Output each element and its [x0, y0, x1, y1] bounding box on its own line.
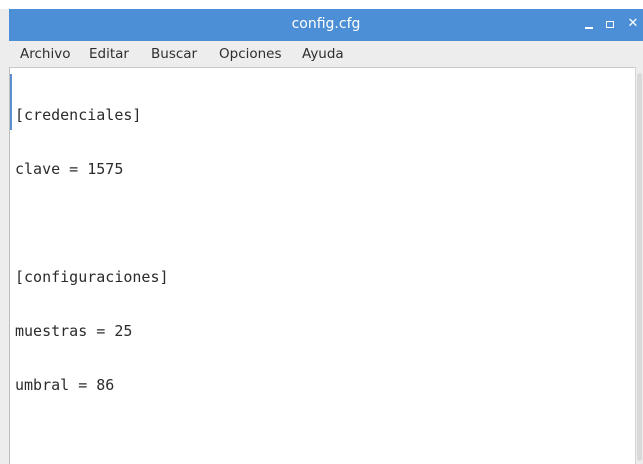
editor-line: muestras = 25 [15, 322, 133, 340]
menu-opciones[interactable]: Opciones [219, 46, 282, 62]
menu-buscar[interactable]: Buscar [151, 46, 197, 62]
text-editor-window: config.cfg ✕ Archivo Editar Buscar Opcio… [0, 0, 643, 464]
title-bar[interactable]: config.cfg ✕ [9, 9, 643, 41]
menu-bar: Archivo Editar Buscar Opciones Ayuda [9, 41, 643, 67]
line-marker [10, 74, 12, 130]
editor-line: [credenciales] [15, 106, 142, 124]
scrollbar-thumb[interactable] [637, 73, 642, 461]
minimize-icon[interactable] [582, 17, 596, 31]
text-editor-area[interactable]: [credenciales] clave = 1575 [configuraci… [9, 67, 636, 464]
editor-line: umbral = 86 [15, 376, 115, 394]
desktop-backdrop [0, 0, 643, 9]
menu-archivo[interactable]: Archivo [20, 46, 70, 62]
menu-ayuda[interactable]: Ayuda [302, 46, 344, 62]
menu-editar[interactable]: Editar [89, 46, 129, 62]
vertical-scrollbar[interactable] [635, 67, 643, 464]
window-title: config.cfg [291, 16, 361, 32]
editor-line: [configuraciones] [15, 268, 169, 286]
editor-content[interactable]: [credenciales] clave = 1575 [configuraci… [15, 70, 169, 430]
close-icon[interactable]: ✕ [626, 17, 640, 31]
editor-line: clave = 1575 [15, 160, 124, 178]
maximize-icon[interactable] [603, 17, 617, 31]
